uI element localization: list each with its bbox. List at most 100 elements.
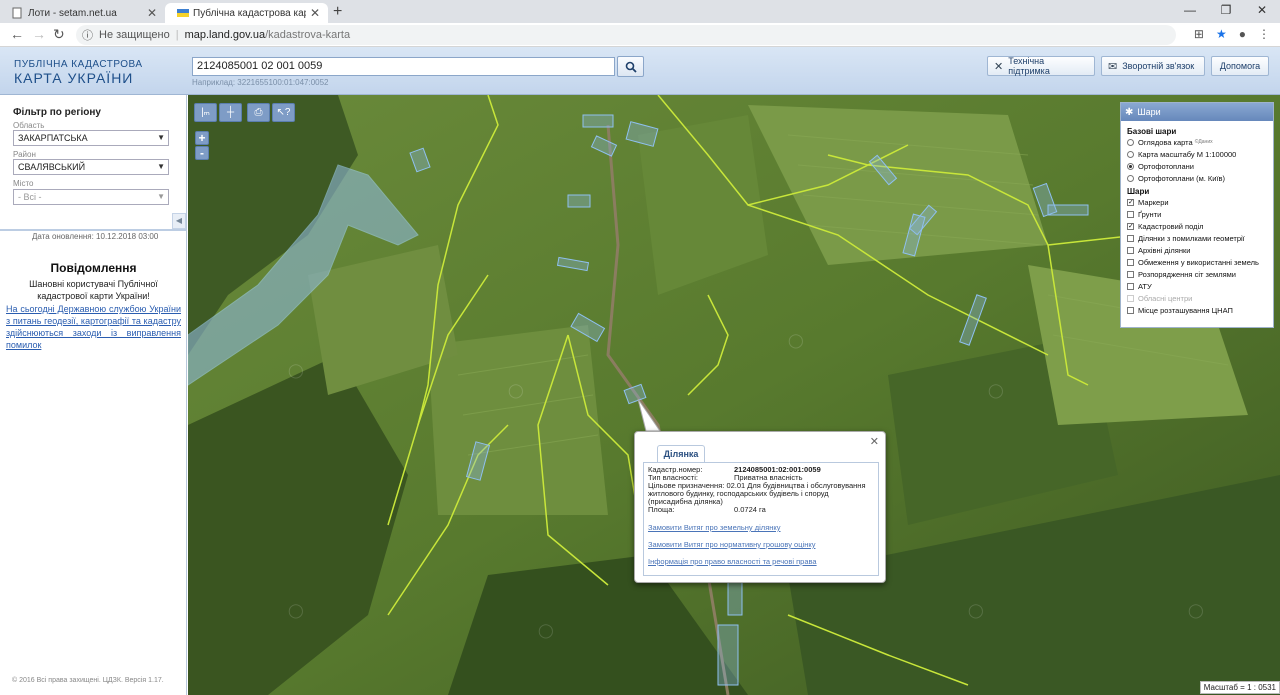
layer-label: Ортофотоплани (м. Київ)	[1138, 173, 1226, 183]
district-label: Район	[13, 150, 36, 159]
layer-soils[interactable]: Ґрунти	[1127, 208, 1267, 220]
layer-atu[interactable]: АТУ	[1127, 280, 1267, 292]
order-extract-link[interactable]: Замовити Витяг про земельну ділянку	[648, 523, 874, 532]
print-icon[interactable]: ⎙	[247, 103, 270, 122]
area-row: Площа: 0.0724 га	[648, 506, 874, 514]
menu-icon[interactable]: ⋮	[1258, 27, 1270, 41]
layer-oblast-centers: Обласні центри	[1127, 292, 1267, 304]
checkbox[interactable]	[1127, 210, 1134, 218]
region-value: ЗАКАРПАТСЬКА	[18, 133, 88, 143]
address-bar: ← → ↻ ⓘ Не защищено | map.land.gov.ua /k…	[0, 23, 1280, 47]
measure-area-icon[interactable]: ┼	[219, 103, 242, 122]
checkbox[interactable]	[1127, 234, 1134, 242]
layer-geometry-errors[interactable]: Ділянки з помилками геометрії	[1127, 232, 1267, 244]
update-date: Дата оновлення: 10.12.2018 03:00	[32, 232, 159, 241]
layer-disposal[interactable]: Розпорядження сіт землями	[1127, 268, 1267, 280]
base-layer-orthophoto-kyiv[interactable]: Ортофотоплани (м. Київ)	[1127, 172, 1267, 184]
map-viewport[interactable]: ◯ ◯ ◯ ◯ ◯ ◯ ◯ ◯ |ₘ ┼ ⎙ ↖? + - ✱ Шари Базові ш…	[188, 95, 1280, 695]
svg-text:◯: ◯	[1188, 602, 1204, 619]
url-input[interactable]: ⓘ Не защищено | map.land.gov.ua /kadastr…	[76, 25, 1176, 45]
radio-button[interactable]	[1127, 174, 1134, 182]
document-icon	[12, 7, 22, 19]
checkbox[interactable]	[1127, 306, 1134, 314]
layer-label: Ґрунти	[1138, 209, 1162, 219]
popup-pointer	[637, 398, 661, 432]
help-button[interactable]: Допомога	[1211, 56, 1269, 76]
layer-archive[interactable]: Архівні ділянки	[1127, 244, 1267, 256]
site-logo[interactable]: ПУБЛІЧНА КАДАСТРОВА КАРТА УКРАЇНИ	[14, 59, 143, 86]
restore-icon[interactable]: ❐	[1208, 0, 1244, 23]
region-select[interactable]: ЗАКАРПАТСЬКА ▼	[13, 130, 169, 146]
info-icon[interactable]: ⓘ	[82, 27, 93, 43]
order-valuation-link[interactable]: Замовити Витяг про нормативну грошову оц…	[648, 540, 874, 549]
layer-label: Ділянки з помилками геометрії	[1138, 233, 1245, 243]
support-button[interactable]: ✕ Технічна підтримка	[987, 56, 1095, 76]
close-icon[interactable]: ✕	[310, 6, 320, 20]
radio-button[interactable]	[1127, 162, 1134, 170]
tab-parcel[interactable]: Ділянка	[657, 445, 705, 462]
search-icon	[625, 61, 637, 73]
zoom-out-button[interactable]: -	[195, 146, 209, 160]
city-label: Місто	[13, 179, 34, 188]
chevron-down-icon: ▼	[157, 162, 165, 171]
base-layer-overview[interactable]: Оглядова карта ©Даних	[1127, 136, 1267, 148]
bookmark-star-icon[interactable]: ★	[1216, 27, 1227, 41]
browser-tab-kadastr[interactable]: Публічна кадастрова карта Укр ✕	[165, 3, 328, 23]
layer-label: АТУ	[1138, 281, 1152, 291]
back-icon[interactable]: ←	[10, 26, 24, 42]
forward-icon[interactable]: →	[32, 26, 46, 42]
measure-distance-icon[interactable]: |ₘ	[194, 103, 217, 122]
cadastral-search-input[interactable]: 2124085001 02 001 0059	[192, 57, 615, 76]
overlay-layers-heading: Шари	[1127, 187, 1150, 196]
area-label: Площа:	[648, 505, 675, 514]
checkbox	[1127, 294, 1134, 302]
city-select[interactable]: - Всі - ▼	[13, 189, 169, 205]
checkbox[interactable]	[1127, 258, 1134, 266]
layer-cadastral[interactable]: ✓ Кадастровий поділ	[1127, 220, 1267, 232]
identify-cursor-icon[interactable]: ↖?	[272, 103, 295, 122]
browser-tab-setam[interactable]: Лоти - setam.net.ua ✕	[0, 3, 165, 23]
radio-button[interactable]	[1127, 138, 1134, 146]
checkbox[interactable]: ✓	[1127, 198, 1134, 206]
collapse-sidebar-button[interactable]: ◀	[172, 213, 186, 229]
layers-header[interactable]: ✱ Шари	[1121, 103, 1273, 121]
checkbox[interactable]: ✓	[1127, 222, 1134, 230]
checkbox[interactable]	[1127, 282, 1134, 290]
site-header: ПУБЛІЧНА КАДАСТРОВА КАРТА УКРАЇНИ 212408…	[0, 47, 1280, 95]
close-icon[interactable]: ✕	[870, 435, 879, 448]
layer-note: ©Даних	[1194, 139, 1213, 145]
reload-icon[interactable]: ↻	[53, 26, 65, 43]
feedback-button[interactable]: ✉ Зворотній зв'язок	[1101, 56, 1205, 76]
layer-cnap[interactable]: Місце розташування ЦНАП	[1127, 304, 1267, 316]
url-path: /kadastrova-karta	[265, 29, 351, 41]
checkbox[interactable]	[1127, 246, 1134, 254]
layer-restrictions[interactable]: Обмеження у використанні земель	[1127, 256, 1267, 268]
search-button[interactable]	[617, 56, 644, 77]
base-layer-orthophoto[interactable]: Ортофотоплани	[1127, 160, 1267, 172]
account-icon[interactable]: ●	[1239, 27, 1246, 41]
ownership-info-link[interactable]: Інформація про право власності та речові…	[648, 557, 874, 566]
translate-icon[interactable]: ⊞	[1194, 27, 1204, 41]
minimize-icon[interactable]: —	[1172, 0, 1208, 23]
svg-text:◯: ◯	[988, 382, 1004, 399]
base-layer-100000[interactable]: Карта масштабу М 1:100000	[1127, 148, 1267, 160]
layer-markers[interactable]: ✓ Маркери	[1127, 196, 1267, 208]
radio-button[interactable]	[1127, 150, 1134, 158]
new-tab-button[interactable]: +	[333, 3, 342, 21]
map-scale: Масштаб = 1 : 0531	[1199, 681, 1280, 694]
layer-label: Кадастровий поділ	[1138, 221, 1204, 231]
zoom-in-button[interactable]: +	[195, 131, 209, 145]
layer-label: Маркери	[1138, 197, 1169, 207]
notice-link[interactable]: На сьогодні Державною службою України з …	[6, 303, 181, 351]
security-label: Не защищено	[99, 29, 170, 41]
district-select[interactable]: СВАЛЯВСЬКИЙ ▼	[13, 159, 169, 175]
layer-label: Карта масштабу М 1:100000	[1138, 149, 1237, 159]
logo-line2: КАРТА УКРАЇНИ	[14, 70, 134, 86]
separator: |	[175, 29, 179, 41]
logo-line1: ПУБЛІЧНА КАДАСТРОВА	[14, 59, 143, 70]
close-icon[interactable]: ✕	[147, 6, 157, 20]
checkbox[interactable]	[1127, 270, 1134, 278]
orthophoto-map[interactable]: ◯ ◯ ◯ ◯ ◯ ◯ ◯ ◯	[188, 95, 1280, 695]
city-value: - Всі -	[18, 192, 42, 202]
close-window-icon[interactable]: ✕	[1244, 0, 1280, 23]
